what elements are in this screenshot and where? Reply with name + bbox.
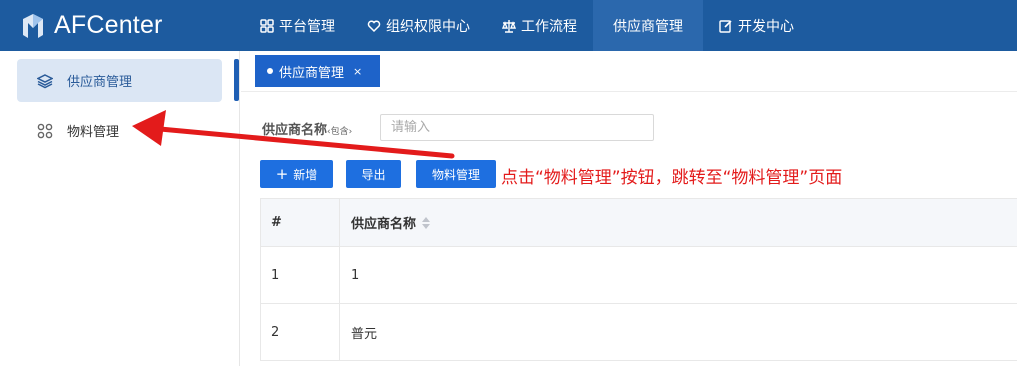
export-button[interactable]: 导出 (346, 160, 401, 188)
nav-supplier[interactable]: 供应商管理 (593, 0, 703, 51)
nav-dev-center[interactable]: 开发中心 (703, 0, 810, 51)
table-row[interactable]: 1 1 (260, 247, 1017, 304)
sort-icon[interactable] (422, 216, 431, 229)
search-hint: ‹包含› (327, 127, 353, 137)
logo-icon (23, 13, 43, 38)
nav-workflow[interactable]: 工作流程 (486, 0, 593, 51)
search-label-text: 供应商名称 (262, 123, 328, 138)
add-button[interactable]: + 新增 (260, 160, 333, 188)
sidebar-item-material[interactable]: 物料管理 (17, 109, 222, 152)
tab-supplier[interactable]: 供应商管理 × (255, 55, 380, 87)
nav-org-permission[interactable]: 组织权限中心 (351, 0, 486, 51)
edit-icon (719, 19, 733, 33)
table-header-row: # 供应商名称 (260, 199, 1017, 247)
table-cell-supplier-name: 普元 (351, 326, 378, 342)
sidebar-active-indicator (234, 59, 239, 101)
scale-icon (502, 19, 516, 33)
material-button[interactable]: 物料管理 (416, 160, 496, 188)
nav-label: 组织权限中心 (386, 18, 470, 35)
top-navbar: AFCenter 平台管理 组织权限中心 工作流程 供应商管理 开发中心 (0, 0, 1017, 51)
supplier-table: # 供应商名称 1 1 2 普元 (260, 198, 1017, 361)
grid-icon (260, 18, 274, 33)
sidebar-item-label: 物料管理 (67, 125, 120, 140)
table-cell-index: 2 (261, 304, 340, 360)
supplier-name-input[interactable] (380, 114, 654, 141)
sidebar-item-supplier[interactable]: 供应商管理 (17, 59, 222, 102)
nav-platform[interactable]: 平台管理 (244, 0, 351, 51)
nav-label: 开发中心 (738, 18, 794, 35)
sidebar-item-label: 供应商管理 (67, 75, 133, 90)
grid-circles-icon (37, 123, 53, 139)
table-row[interactable]: 2 普元 (260, 304, 1017, 361)
table-cell-supplier-name: 1 (351, 267, 360, 283)
table-cell-index: 1 (261, 247, 340, 303)
main-nav: 平台管理 组织权限中心 工作流程 供应商管理 开发中心 (244, 0, 810, 51)
column-header-label: 供应商名称 (351, 217, 417, 232)
column-header-supplier-name[interactable]: 供应商名称 (340, 199, 1017, 246)
plus-icon: + (275, 165, 289, 183)
nav-label: 平台管理 (279, 18, 335, 35)
tab-label: 供应商管理 (279, 65, 345, 81)
column-header-index: # (261, 199, 340, 246)
sidebar: 供应商管理 物料管理 (0, 51, 240, 366)
close-icon[interactable]: × (353, 65, 362, 78)
heart-shield-icon (367, 19, 381, 33)
layers-icon (37, 73, 53, 89)
tab-strip: 供应商管理 × (241, 51, 1017, 92)
nav-label: 工作流程 (521, 18, 577, 35)
app-logo[interactable]: AFCenter (18, 0, 218, 51)
add-button-label: 新增 (293, 167, 318, 182)
annotation-text: 点击“物料管理”按钮，跳转至“物料管理”页面 (501, 168, 843, 188)
active-dot-icon (267, 68, 273, 74)
nav-label: 供应商管理 (613, 18, 683, 35)
search-label: 供应商名称‹包含› (262, 119, 352, 138)
app-title: AFCenter (54, 11, 163, 39)
